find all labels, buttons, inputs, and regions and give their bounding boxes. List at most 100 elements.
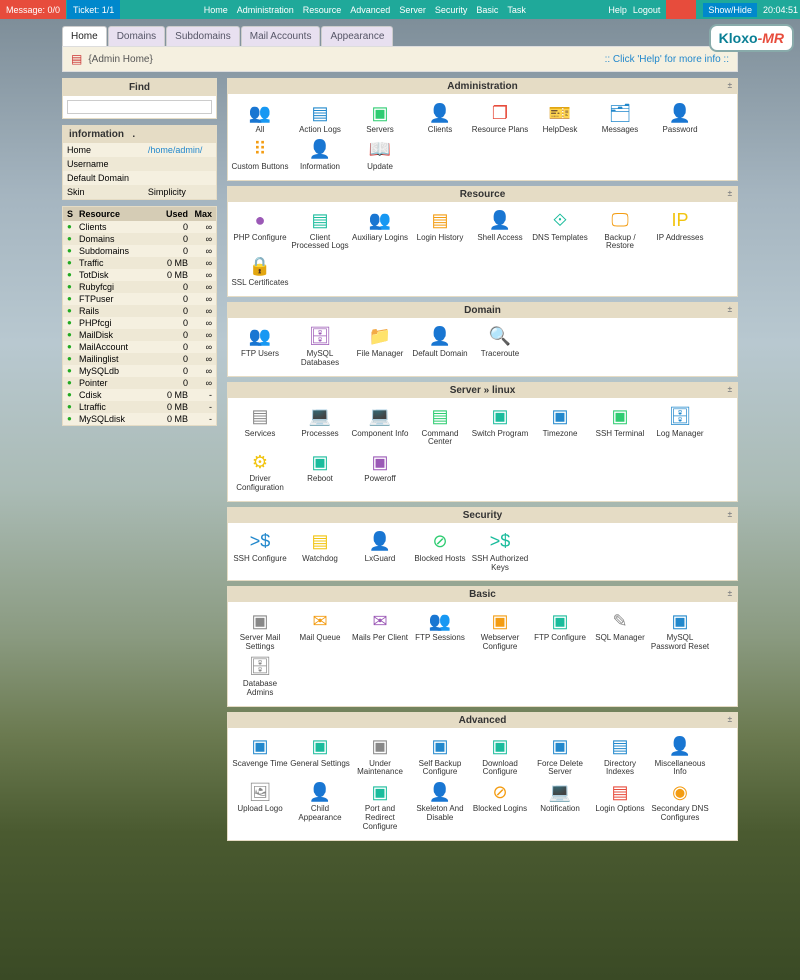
tab-mail-accounts[interactable]: Mail Accounts: [241, 26, 321, 46]
item-servers[interactable]: ▣Servers: [350, 102, 410, 135]
item-general-settings[interactable]: ▣General Settings: [290, 736, 350, 778]
item-mail-queue[interactable]: ✉Mail Queue: [290, 610, 350, 652]
item-server-mail-settings[interactable]: ▣Server Mail Settings: [230, 610, 290, 652]
help-link[interactable]: Help: [608, 5, 627, 15]
item-ftp-users[interactable]: 👥FTP Users: [230, 326, 290, 368]
item-login-options[interactable]: ▤Login Options: [590, 781, 650, 831]
ticket-badge[interactable]: Ticket: 1/1: [67, 0, 120, 19]
collapse-icon[interactable]: ±: [728, 189, 732, 198]
logout-link[interactable]: Logout: [633, 5, 661, 15]
item-reboot[interactable]: ▣Reboot: [290, 451, 350, 493]
item-resource-plans[interactable]: ❐Resource Plans: [470, 102, 530, 135]
item-label: MySQL Password Reset: [650, 634, 710, 652]
item-component-info[interactable]: 💻Component Info: [350, 406, 410, 448]
item-log-manager[interactable]: 🗄Log Manager: [650, 406, 710, 448]
info-link[interactable]: /home/admin/: [148, 145, 203, 155]
item-driver-configuration[interactable]: ⚙Driver Configuration: [230, 451, 290, 493]
item-sql-manager[interactable]: ✎SQL Manager: [590, 610, 650, 652]
item-upload-logo[interactable]: 🖼Upload Logo: [230, 781, 290, 831]
item-lxguard[interactable]: 👤LxGuard: [350, 531, 410, 573]
search-input[interactable]: [67, 100, 212, 114]
item-mails-per-client[interactable]: ✉Mails Per Client: [350, 610, 410, 652]
item-messages[interactable]: 🗂Messages: [590, 102, 650, 135]
item-switch-program[interactable]: ▣Switch Program: [470, 406, 530, 448]
item-ftp-sessions[interactable]: 👥FTP Sessions: [410, 610, 470, 652]
nav-advanced[interactable]: Advanced: [350, 5, 390, 15]
item-miscellaneous-info[interactable]: 👤Miscellaneous Info: [650, 736, 710, 778]
item-directory-indexes[interactable]: ▤Directory Indexes: [590, 736, 650, 778]
item-ssh-terminal[interactable]: ▣SSH Terminal: [590, 406, 650, 448]
item-clients[interactable]: 👤Clients: [410, 102, 470, 135]
item-force-delete-server[interactable]: ▣Force Delete Server: [530, 736, 590, 778]
collapse-icon[interactable]: ±: [728, 81, 732, 90]
collapse-icon[interactable]: ±: [728, 305, 732, 314]
item-poweroff[interactable]: ▣Poweroff: [350, 451, 410, 493]
tab-home[interactable]: Home: [62, 26, 107, 46]
item-processes[interactable]: 💻Processes: [290, 406, 350, 448]
nav-task[interactable]: Task: [507, 5, 526, 15]
item-label: Port and Redirect Configure: [350, 805, 410, 831]
item-mysql-databases[interactable]: 🗄MySQL Databases: [290, 326, 350, 368]
item-database-admins[interactable]: 🗄Database Admins: [230, 656, 290, 698]
item-information[interactable]: 👤Information: [290, 139, 350, 172]
item-login-history[interactable]: ▤Login History: [410, 210, 470, 252]
collapse-icon[interactable]: ±: [728, 385, 732, 394]
item-command-center[interactable]: ▤Command Center: [410, 406, 470, 448]
collapse-icon[interactable]: ±: [728, 715, 732, 724]
info-panel: information . Home/home/admin/UsernameDe…: [62, 125, 217, 200]
item-custom-buttons[interactable]: ⠿Custom Buttons: [230, 139, 290, 172]
item-helpdesk[interactable]: 🎫HelpDesk: [530, 102, 590, 135]
nav-basic[interactable]: Basic: [476, 5, 498, 15]
collapse-icon[interactable]: ±: [728, 589, 732, 598]
message-badge[interactable]: Message: 0/0: [0, 0, 66, 19]
item-services[interactable]: ▤Services: [230, 406, 290, 448]
item-blocked-logins[interactable]: ⊘Blocked Logins: [470, 781, 530, 831]
tab-appearance[interactable]: Appearance: [321, 26, 393, 46]
tab-subdomains[interactable]: Subdomains: [166, 26, 240, 46]
item-webserver-configure[interactable]: ▣Webserver Configure: [470, 610, 530, 652]
item-backup-restore[interactable]: 🖵Backup / Restore: [590, 210, 650, 252]
item-client-processed-logs[interactable]: ▤Client Processed Logs: [290, 210, 350, 252]
item-self-backup-configure[interactable]: ▣Self Backup Configure: [410, 736, 470, 778]
item-auxiliary-logins[interactable]: 👥Auxiliary Logins: [350, 210, 410, 252]
item-password[interactable]: 👤Password: [650, 102, 710, 135]
item-skeleton-and-disable[interactable]: 👤Skeleton And Disable: [410, 781, 470, 831]
item-shell-access[interactable]: 👤Shell Access: [470, 210, 530, 252]
item-download-configure[interactable]: ▣Download Configure: [470, 736, 530, 778]
item-secondary-dns-configures[interactable]: ◉Secondary DNS Configures: [650, 781, 710, 831]
item-ip-addresses[interactable]: IPIP Addresses: [650, 210, 710, 252]
item-ssl-certificates[interactable]: 🔒SSL Certificates: [230, 255, 290, 288]
item-ssh-authorized-keys[interactable]: >$SSH Authorized Keys: [470, 531, 530, 573]
item-child-appearance[interactable]: 👤Child Appearance: [290, 781, 350, 831]
item-timezone[interactable]: ▣Timezone: [530, 406, 590, 448]
item-all[interactable]: 👥All: [230, 102, 290, 135]
item-label: Download Configure: [470, 760, 530, 778]
item-under-maintenance[interactable]: ▣Under Maintenance: [350, 736, 410, 778]
item-scavenge-time[interactable]: ▣Scavenge Time: [230, 736, 290, 778]
nav-administration[interactable]: Administration: [237, 5, 294, 15]
nav-security[interactable]: Security: [435, 5, 468, 15]
item-ftp-configure[interactable]: ▣FTP Configure: [530, 610, 590, 652]
tab-domains[interactable]: Domains: [108, 26, 165, 46]
item-traceroute[interactable]: 🔍Traceroute: [470, 326, 530, 368]
item-notification[interactable]: 💻Notification: [530, 781, 590, 831]
item-label: Messages: [590, 126, 650, 135]
item-mysql-password-reset[interactable]: ▣MySQL Password Reset: [650, 610, 710, 652]
item-watchdog[interactable]: ▤Watchdog: [290, 531, 350, 573]
item-update[interactable]: 📖Update: [350, 139, 410, 172]
item-ssh-configure[interactable]: >$SSH Configure: [230, 531, 290, 573]
item-icon: 👥: [365, 210, 395, 232]
nav-resource[interactable]: Resource: [303, 5, 342, 15]
collapse-icon[interactable]: ±: [728, 510, 732, 519]
help-hint[interactable]: :: Click 'Help' for more info ::: [605, 54, 729, 65]
showhide-button[interactable]: Show/Hide: [703, 3, 757, 17]
item-action-logs[interactable]: ▤Action Logs: [290, 102, 350, 135]
item-default-domain[interactable]: 👤Default Domain: [410, 326, 470, 368]
item-blocked-hosts[interactable]: ⊘Blocked Hosts: [410, 531, 470, 573]
nav-server[interactable]: Server: [399, 5, 426, 15]
item-port-and-redirect-configure[interactable]: ▣Port and Redirect Configure: [350, 781, 410, 831]
nav-home[interactable]: Home: [204, 5, 228, 15]
item-dns-templates[interactable]: ⟐DNS Templates: [530, 210, 590, 252]
item-php-configure[interactable]: ●PHP Configure: [230, 210, 290, 252]
item-file-manager[interactable]: 📁File Manager: [350, 326, 410, 368]
